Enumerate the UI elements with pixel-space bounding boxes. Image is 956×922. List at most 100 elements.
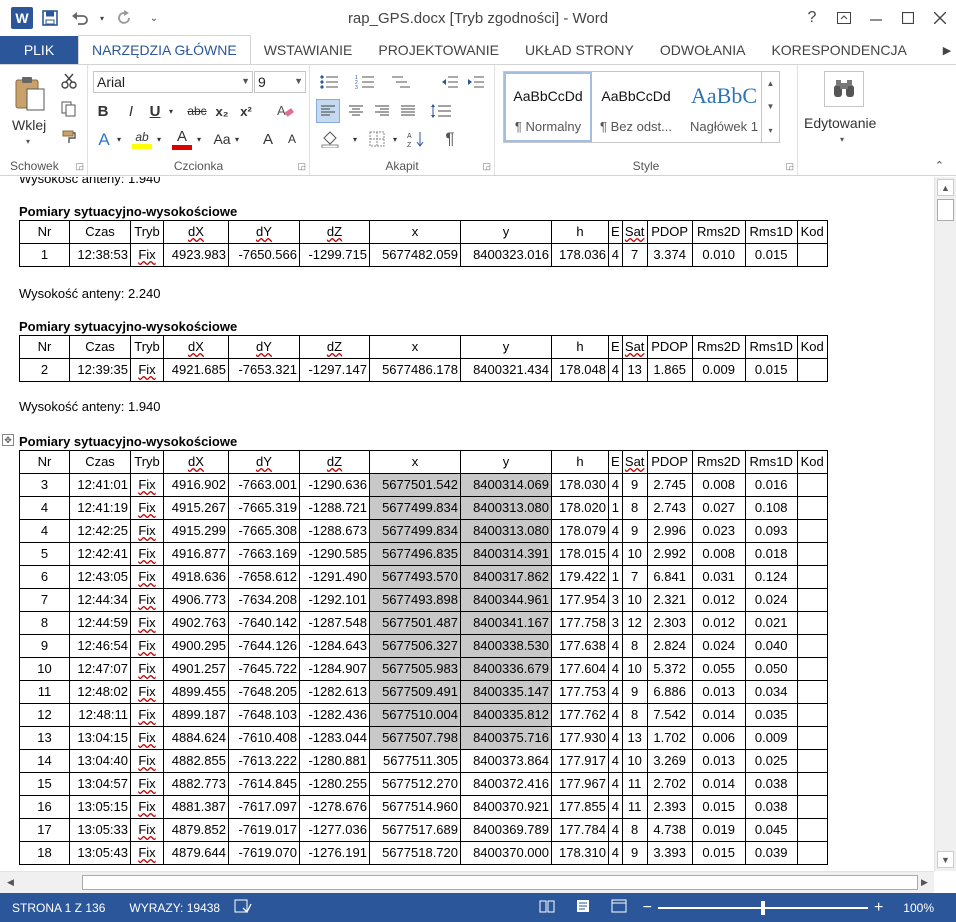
collapse-ribbon-icon[interactable]: ⌃: [935, 159, 944, 172]
font-name-dropdown-icon[interactable]: ▼: [241, 76, 250, 86]
word-count[interactable]: WYRAZY: 19438: [129, 901, 220, 915]
font-size-dropdown-icon[interactable]: ▼: [294, 76, 303, 86]
style-heading-1[interactable]: AaBbC Nagłówek 1: [680, 72, 768, 142]
scroll-right-icon[interactable]: ▶: [916, 874, 933, 891]
shading-dropdown-icon[interactable]: ▾: [350, 131, 360, 147]
cut-icon[interactable]: [58, 71, 80, 91]
font-launcher-icon[interactable]: ◲: [297, 161, 306, 172]
styles-launcher-icon[interactable]: ◲: [785, 161, 794, 172]
paste-dropdown-icon[interactable]: ▾: [26, 137, 30, 146]
align-right-button[interactable]: [370, 99, 394, 123]
subscript-button[interactable]: x₂: [212, 101, 232, 121]
font-name-select[interactable]: Arial ▼: [93, 71, 253, 93]
help-icon[interactable]: ?: [796, 0, 828, 36]
tab-design[interactable]: PROJEKTOWANIE: [365, 36, 512, 64]
line-spacing-icon[interactable]: [426, 99, 456, 123]
zoom-in-button[interactable]: +: [874, 899, 883, 917]
show-formatting-marks-button[interactable]: ¶: [438, 127, 462, 151]
bullets-icon[interactable]: [316, 71, 342, 93]
ribbon-display-icon[interactable]: [828, 0, 860, 36]
undo-icon[interactable]: [67, 5, 93, 31]
tab-references[interactable]: ODWOŁANIA: [647, 36, 759, 64]
format-painter-icon[interactable]: [58, 127, 80, 147]
justify-button[interactable]: [396, 99, 420, 123]
shrink-font-button[interactable]: A: [282, 129, 302, 149]
increase-indent-icon[interactable]: [464, 71, 488, 93]
italic-button[interactable]: I: [122, 101, 140, 121]
change-case-button[interactable]: Aa: [210, 129, 234, 149]
customize-qat-icon[interactable]: ⌄: [141, 5, 167, 31]
sort-icon[interactable]: AZ: [404, 127, 428, 151]
document-page[interactable]: Wysokość anteny: 1.940 Pomiary sytuacyjn…: [0, 177, 934, 871]
read-mode-icon[interactable]: [539, 899, 555, 916]
page-indicator[interactable]: STRONA 1 Z 136: [12, 901, 105, 915]
borders-icon[interactable]: [364, 127, 390, 151]
decrease-indent-icon[interactable]: [438, 71, 462, 93]
scroll-up-icon[interactable]: ▲: [937, 179, 954, 196]
paste-label[interactable]: Wklej: [12, 117, 46, 133]
style-normal[interactable]: AaBbCcDd ¶ Normalny: [504, 72, 592, 142]
zoom-level[interactable]: 100%: [903, 901, 934, 915]
editing-dropdown-icon[interactable]: ▾: [840, 135, 844, 144]
zoom-slider[interactable]: [657, 900, 868, 915]
superscript-button[interactable]: x²: [236, 101, 256, 121]
save-icon[interactable]: [37, 5, 63, 31]
styles-scroll-up-icon[interactable]: ▲: [767, 79, 775, 88]
clear-formatting-icon[interactable]: A: [274, 101, 296, 121]
proofing-icon[interactable]: [234, 899, 252, 916]
borders-dropdown-icon[interactable]: ▾: [390, 131, 400, 147]
tab-insert[interactable]: WSTAWIANIE: [251, 36, 366, 64]
styles-scroll-down-icon[interactable]: ▼: [767, 102, 775, 111]
paragraph-launcher-icon[interactable]: ◲: [482, 161, 491, 172]
strikethrough-button[interactable]: abc: [184, 101, 210, 121]
font-size-select[interactable]: 9 ▼: [254, 71, 306, 93]
shading-icon[interactable]: [316, 127, 346, 151]
styles-scroll: ▲ ▼ ▾: [761, 72, 779, 142]
font-color-dropdown-icon[interactable]: ▾: [194, 131, 204, 147]
grow-font-button[interactable]: A: [258, 129, 278, 149]
style-no-spacing[interactable]: AaBbCcDd ¶ Bez odst...: [592, 72, 680, 142]
underline-dropdown-icon[interactable]: ▾: [166, 103, 176, 119]
tab-scroll-right-icon[interactable]: ▶: [938, 36, 956, 64]
redo-icon[interactable]: [111, 5, 137, 31]
highlight-dropdown-icon[interactable]: ▾: [154, 131, 164, 147]
horizontal-scroll-thumb[interactable]: [82, 875, 918, 890]
cell-time: 12:44:34: [69, 588, 131, 612]
binoculars-icon[interactable]: [824, 71, 864, 107]
tab-file[interactable]: PLIK: [0, 36, 78, 64]
tab-home[interactable]: NARZĘDZIA GŁÓWNE: [78, 35, 251, 64]
horizontal-scrollbar[interactable]: ◀ ▶: [0, 871, 934, 893]
zoom-slider-thumb[interactable]: [760, 900, 765, 915]
minimize-icon[interactable]: [860, 0, 892, 36]
paste-icon[interactable]: [8, 73, 52, 113]
editing-label[interactable]: Edytowanie: [804, 115, 876, 131]
maximize-icon[interactable]: [892, 0, 924, 36]
numbering-icon[interactable]: 123: [352, 71, 378, 93]
vertical-scrollbar[interactable]: ▲ ▼: [934, 177, 956, 871]
word-logo-icon[interactable]: W: [11, 7, 33, 29]
multilevel-list-icon[interactable]: [388, 71, 414, 93]
underline-button[interactable]: U: [146, 101, 164, 121]
bold-button[interactable]: B: [94, 101, 112, 121]
undo-dropdown-icon[interactable]: ▾: [97, 5, 107, 31]
clipboard-launcher-icon[interactable]: ◲: [75, 161, 84, 172]
scroll-left-icon[interactable]: ◀: [2, 874, 19, 891]
vertical-scroll-thumb[interactable]: [937, 199, 954, 221]
scroll-down-icon[interactable]: ▼: [937, 851, 954, 868]
zoom-out-button[interactable]: −: [643, 899, 652, 917]
styles-more-icon[interactable]: ▾: [768, 126, 772, 135]
font-color-button[interactable]: A: [170, 127, 194, 151]
align-center-button[interactable]: [344, 99, 368, 123]
table-move-handle-icon[interactable]: ✥: [2, 434, 14, 446]
text-effects-dropdown-icon[interactable]: ▾: [114, 131, 124, 147]
close-icon[interactable]: [924, 0, 956, 36]
print-layout-icon[interactable]: [575, 899, 591, 916]
highlight-button[interactable]: ab: [130, 127, 154, 151]
copy-icon[interactable]: [58, 99, 80, 119]
align-left-button[interactable]: [316, 99, 340, 123]
tab-mailings[interactable]: KORESPONDENCJA: [758, 36, 919, 64]
web-layout-icon[interactable]: [611, 899, 627, 916]
change-case-dropdown-icon[interactable]: ▾: [232, 131, 242, 147]
tab-page-layout[interactable]: UKŁAD STRONY: [512, 36, 647, 64]
text-effects-button[interactable]: A: [94, 129, 114, 151]
